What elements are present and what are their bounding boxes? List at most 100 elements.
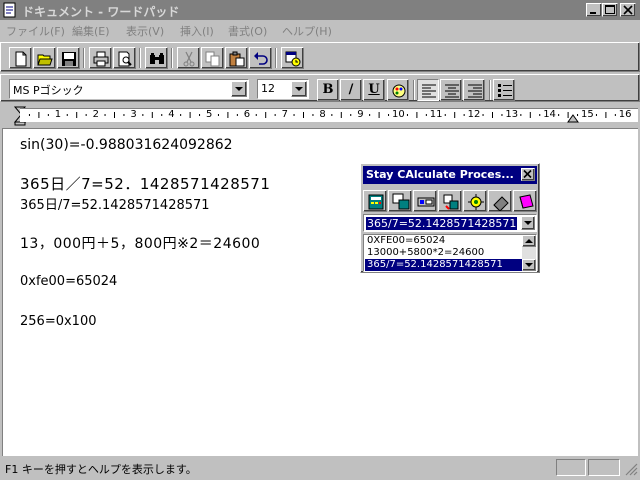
document-icon[interactable] (2, 2, 18, 18)
insert-datetime-button[interactable] (281, 47, 304, 69)
size-dropdown-button[interactable] (291, 81, 307, 97)
calc-scrollbar[interactable] (522, 235, 536, 271)
new-button[interactable] (9, 47, 32, 69)
title-bar[interactable]: ドキュメント - ワードパッド (0, 0, 640, 20)
menu-bar: ファイル(F) 編集(E) 表示(V) 挿入(I) 書式(O) ヘルプ(H) (0, 20, 640, 40)
chevron-up-icon (525, 239, 533, 243)
align-center-button[interactable] (440, 79, 462, 101)
menu-help[interactable]: ヘルプ(H) (282, 23, 332, 39)
paste-icon (229, 51, 245, 67)
ruler[interactable]: 1 2 3 4 5 6 7 8 9 10 11 12 13 14 15 16 (0, 104, 640, 128)
copy-button[interactable] (201, 47, 224, 69)
italic-button[interactable]: / (340, 79, 362, 101)
save-button[interactable] (57, 47, 80, 69)
open-button[interactable] (33, 47, 56, 69)
chevron-down-icon (524, 221, 532, 225)
maximize-button[interactable] (602, 3, 618, 17)
align-center-icon (445, 84, 459, 98)
underline-button[interactable]: U (363, 79, 385, 101)
calc-button-2[interactable] (388, 190, 412, 212)
bullets-button[interactable] (493, 79, 515, 101)
insert-datetime-icon (285, 51, 301, 67)
format-bar: MS Pゴシック 12 B / U (0, 74, 640, 102)
ruler-number: 13 (505, 109, 519, 120)
ruler-number: 3 (130, 109, 137, 120)
print-preview-button[interactable] (113, 47, 136, 69)
doc-line: 256=0x100 (20, 314, 97, 329)
doc-line: 0xfe00=65024 (20, 274, 118, 289)
font-dropdown-button[interactable] (231, 81, 247, 97)
scroll-up-button[interactable] (522, 235, 536, 247)
calc-close-button[interactable] (521, 168, 535, 181)
open-icon (37, 54, 53, 66)
color-button[interactable] (387, 79, 409, 101)
ruler-number: 6 (243, 109, 251, 120)
list-item[interactable]: 13000+5800*2=24600 (365, 247, 523, 259)
copy-result-icon (392, 193, 410, 210)
toolbar-separator (489, 80, 491, 100)
chevron-down-icon (525, 263, 533, 267)
right-indent-marker-icon[interactable] (567, 114, 579, 126)
paste-button[interactable] (225, 47, 248, 69)
copy-icon (205, 51, 220, 67)
close-icon (523, 169, 532, 179)
menu-insert[interactable]: 挿入(I) (180, 23, 214, 39)
list-item[interactable]: 0XFE00=65024 (365, 235, 523, 247)
doc-line: sin(30)=-0.988031624092862 (20, 137, 233, 153)
bold-button[interactable]: B (317, 79, 339, 101)
cut-button[interactable] (177, 47, 200, 69)
undo-button[interactable] (249, 47, 272, 69)
menu-format[interactable]: 書式(O) (228, 23, 267, 39)
toolbar-separator (139, 48, 141, 68)
close-button[interactable] (620, 3, 636, 17)
calc-dropdown-button[interactable] (521, 216, 535, 230)
font-name-value: MS Pゴシック (13, 84, 84, 97)
font-name-combo[interactable]: MS Pゴシック (9, 79, 249, 99)
align-right-icon (468, 84, 482, 98)
find-button[interactable] (145, 47, 168, 69)
close-icon (623, 5, 633, 15)
doc-line: 13，000円＋5，800円※2＝24600 (20, 236, 261, 252)
cut-icon (183, 51, 195, 67)
status-panel (556, 459, 586, 476)
calc-window[interactable]: Stay CAlculate Proces... 365/7=52.142857… (360, 163, 540, 273)
calc-button-3[interactable] (413, 190, 437, 212)
maximize-icon (605, 5, 615, 14)
doc-line: 365日/7=52.1428571428571 (20, 198, 210, 213)
font-size-combo[interactable]: 12 (257, 79, 309, 99)
calc-title-bar[interactable]: Stay CAlculate Proces... (363, 166, 537, 184)
ruler-number: 14 (543, 109, 556, 120)
undo-icon (254, 52, 268, 65)
document-area[interactable]: sin(30)=-0.988031624092862 365日／7=52．142… (2, 128, 638, 456)
calc-expression-combo[interactable]: 365/7=52.1428571428571 (363, 214, 537, 232)
calc-button-1[interactable] (363, 190, 387, 212)
calc-title: Stay CAlculate Proces... (366, 168, 514, 181)
doc-line: 365日／7=52．1428571428571 (20, 175, 271, 193)
menu-view[interactable]: 表示(V) (126, 23, 164, 39)
calc-button-4[interactable] (438, 190, 462, 212)
ruler-number: 12 (467, 109, 481, 120)
calc-button-7[interactable] (513, 190, 537, 212)
menu-edit[interactable]: 編集(E) (72, 23, 110, 39)
ruler-number: 1 (54, 109, 62, 120)
print-icon (93, 51, 109, 67)
new-icon (15, 51, 27, 67)
calc-history-list[interactable]: 0XFE00=65024 13000+5800*2=24600 365/7=52… (363, 234, 537, 272)
resize-grip-icon[interactable] (624, 462, 638, 476)
list-item[interactable]: 365/7=52.1428571428571 (365, 259, 523, 271)
minimize-button[interactable] (586, 3, 602, 17)
find-icon (150, 53, 164, 64)
toolbar-separator (171, 48, 173, 68)
eraser-icon (493, 196, 509, 211)
ruler-number: 16 (618, 109, 632, 120)
align-left-button[interactable] (417, 79, 439, 101)
ruler-number: 2 (92, 109, 99, 120)
ruler-number: 9 (357, 109, 364, 120)
calc-button-5[interactable] (463, 190, 487, 212)
calc-button-6[interactable] (488, 190, 512, 212)
print-button[interactable] (89, 47, 112, 69)
ruler-strip[interactable]: 1 2 3 4 5 6 7 8 9 10 11 12 13 14 15 16 (20, 108, 638, 122)
scroll-down-button[interactable] (522, 259, 536, 271)
align-right-button[interactable] (463, 79, 485, 101)
menu-file[interactable]: ファイル(F) (6, 23, 65, 39)
